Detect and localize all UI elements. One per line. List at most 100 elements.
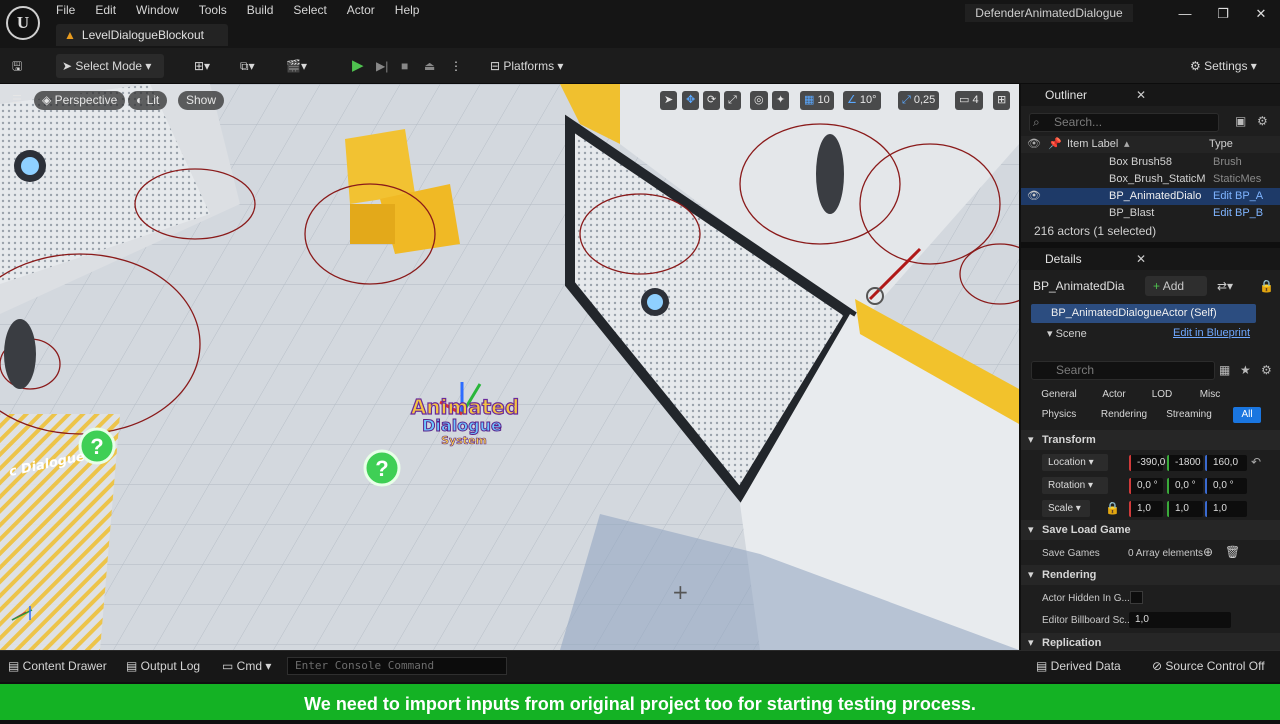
perspective-button[interactable]: ◈ Perspective — [34, 91, 126, 110]
world-space-icon[interactable]: ◎ — [750, 91, 768, 110]
blueprint-options-icon[interactable]: ⇄▾ — [1217, 279, 1233, 293]
row-type[interactable]: Edit BP_A — [1213, 188, 1263, 205]
grid-snap-value[interactable]: 10 — [817, 94, 829, 106]
blueprint-icon[interactable]: ⧉▾ — [240, 54, 255, 78]
select-mode-button[interactable]: ➤ Select Mode ▾ — [56, 54, 164, 78]
details-search-input[interactable]: Search — [1031, 361, 1215, 380]
filter-physics[interactable]: Physics — [1035, 407, 1083, 423]
maximize-viewport-icon[interactable]: ⊞ — [993, 91, 1011, 110]
source-control-button[interactable]: ⊘ Source Control Off — [1152, 659, 1265, 673]
lock-icon[interactable]: 🔒 — [1259, 279, 1274, 293]
location-dropdown[interactable]: Location ▾ — [1042, 454, 1108, 471]
maximize-icon[interactable]: ❐ — [1204, 0, 1242, 28]
table-view-icon[interactable]: ▦ — [1219, 363, 1230, 377]
scale-y-field[interactable]: 1,0 — [1167, 501, 1203, 517]
scale-lock-icon[interactable]: 🔒 — [1105, 501, 1120, 515]
grid-snap-toggle[interactable]: ▦ 10 — [800, 91, 834, 110]
add-element-icon[interactable]: ⊕ — [1203, 545, 1213, 559]
outliner-close-icon[interactable]: ✕ — [1136, 84, 1146, 106]
pin-icon[interactable]: 📌 — [1048, 136, 1062, 153]
close-icon[interactable]: ✕ — [1242, 0, 1280, 28]
scene-component[interactable]: ▾ Scene — [1047, 327, 1087, 340]
question-marker-1[interactable]: ? — [78, 427, 116, 465]
column-type[interactable]: Type — [1209, 136, 1233, 153]
reset-icon[interactable]: ↶ — [1251, 455, 1261, 469]
scale-x-field[interactable]: 1,0 — [1129, 501, 1163, 517]
menu-help[interactable]: Help — [385, 3, 430, 17]
level-tab[interactable]: ▲ LevelDialogueBlockout — [56, 24, 228, 46]
outliner-row[interactable]: BP_Blast Edit BP_B — [1021, 205, 1280, 222]
scale-snap-toggle[interactable]: ⤢ 0,25 — [898, 91, 940, 110]
location-y-field[interactable]: -1800 — [1167, 455, 1203, 471]
menu-file[interactable]: File — [46, 3, 85, 17]
menu-build[interactable]: Build — [237, 3, 284, 17]
advance-frame-icon[interactable]: ▶| — [376, 54, 388, 78]
save-icon[interactable]: 🖫 — [12, 54, 22, 78]
filter-actor[interactable]: Actor — [1095, 387, 1133, 403]
console-input[interactable]: Enter Console Command — [287, 657, 507, 675]
outliner-settings-icon[interactable]: ⚙ — [1257, 114, 1268, 128]
add-component-button[interactable]: + Add — [1145, 276, 1207, 296]
filter-lod[interactable]: LOD — [1145, 387, 1179, 403]
stop-icon[interactable]: ■ — [401, 54, 408, 78]
details-actor-name[interactable]: BP_AnimatedDia — [1033, 279, 1141, 293]
visibility-icon[interactable]: 👁 — [1027, 136, 1041, 153]
camera-speed-button[interactable]: ▭ 4 — [955, 91, 983, 110]
favorite-star-icon[interactable]: ★ — [1240, 363, 1251, 377]
outliner-row-selected[interactable]: 👁 BP_AnimatedDialo Edit BP_A — [1021, 188, 1280, 205]
rotate-tool-icon[interactable]: ⟳ — [703, 91, 721, 110]
platforms-button[interactable]: ⊟ Platforms ▾ — [490, 54, 563, 78]
trash-icon[interactable]: 🗑 — [1225, 545, 1240, 559]
add-folder-icon[interactable]: ▣ — [1235, 114, 1246, 128]
play-icon[interactable]: ▶ — [352, 54, 364, 78]
filter-general[interactable]: General — [1035, 387, 1083, 403]
section-transform[interactable]: ▾ Transform — [1021, 430, 1280, 450]
column-item-label[interactable]: Item Label — [1067, 136, 1118, 153]
play-options-icon[interactable]: ⋮ — [450, 54, 462, 78]
scale-dropdown[interactable]: Scale ▾ — [1042, 500, 1090, 517]
actor-hidden-checkbox[interactable] — [1130, 591, 1143, 604]
outliner-row[interactable]: Box Brush58 Brush — [1021, 154, 1280, 171]
rotation-z-field[interactable]: 0,0 ° — [1205, 478, 1247, 494]
translate-tool-icon[interactable]: ✥ — [682, 91, 700, 110]
level-viewport[interactable]: ? ? Animated Dialogue System c Dialogue … — [0, 84, 1019, 650]
rotation-snap-value[interactable]: 10° — [860, 94, 877, 106]
details-settings-icon[interactable]: ⚙ — [1261, 363, 1272, 377]
derived-data-button[interactable]: ▤ Derived Data — [1036, 659, 1121, 673]
add-content-icon[interactable]: ⊞▾ — [194, 54, 210, 78]
scale-tool-icon[interactable]: ⤢ — [724, 91, 741, 110]
rotation-snap-toggle[interactable]: ∠ 10° — [843, 91, 881, 110]
filter-rendering[interactable]: Rendering — [1095, 407, 1153, 423]
cmd-button[interactable]: ▭ Cmd ▾ — [222, 659, 271, 673]
location-x-field[interactable]: -390,0 — [1129, 455, 1165, 471]
scale-snap-value[interactable]: 0,25 — [914, 94, 935, 106]
menu-tools[interactable]: Tools — [189, 3, 237, 17]
settings-button[interactable]: ⚙ Settings ▾ — [1190, 54, 1257, 78]
filter-streaming[interactable]: Streaming — [1161, 407, 1217, 423]
content-drawer-button[interactable]: ▤ Content Drawer — [8, 659, 107, 673]
cinematics-icon[interactable]: 🎬▾ — [286, 54, 307, 78]
component-self-row[interactable]: BP_AnimatedDialogueActor (Self) — [1031, 304, 1256, 323]
viewport-menu-icon[interactable]: ☰ — [8, 91, 26, 110]
row-type[interactable]: Edit BP_B — [1213, 205, 1263, 222]
outliner-search-input[interactable]: Search... — [1029, 113, 1219, 132]
scale-z-field[interactable]: 1,0 — [1205, 501, 1247, 517]
visibility-icon[interactable]: 👁 — [1027, 188, 1041, 205]
filter-all[interactable]: All — [1233, 407, 1261, 423]
select-tool-icon[interactable]: ➤ — [660, 91, 678, 110]
question-marker-2[interactable]: ? — [363, 449, 401, 487]
menu-edit[interactable]: Edit — [85, 3, 126, 17]
details-close-icon[interactable]: ✕ — [1136, 248, 1146, 270]
rotation-x-field[interactable]: 0,0 ° — [1129, 478, 1163, 494]
rotation-dropdown[interactable]: Rotation ▾ — [1042, 477, 1108, 494]
rotation-y-field[interactable]: 0,0 ° — [1167, 478, 1203, 494]
show-button[interactable]: Show — [178, 91, 225, 110]
lit-button[interactable]: ◐ Lit — [128, 91, 168, 110]
outliner-row[interactable]: Box_Brush_StaticM StaticMes — [1021, 171, 1280, 188]
unreal-logo-icon[interactable] — [6, 6, 40, 40]
output-log-button[interactable]: ▤ Output Log — [126, 659, 200, 673]
location-z-field[interactable]: 160,0 — [1205, 455, 1247, 471]
filter-misc[interactable]: Misc — [1193, 387, 1227, 403]
menu-actor[interactable]: Actor — [337, 3, 385, 17]
billboard-scale-field[interactable]: 1,0 — [1129, 612, 1231, 628]
